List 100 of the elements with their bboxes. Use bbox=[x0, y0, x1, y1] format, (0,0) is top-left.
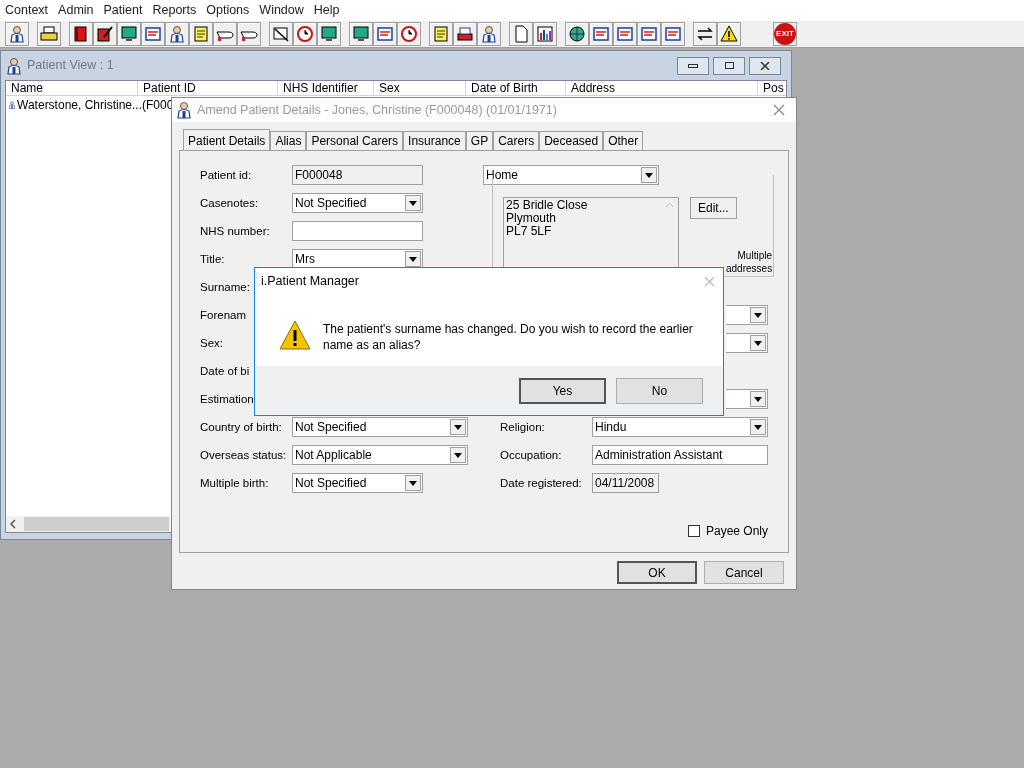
field-label: Surname: bbox=[200, 280, 250, 293]
dialog-title: Amend Patient Details - Jones, Christine (F000048) (01/01/1971) bbox=[197, 101, 557, 119]
toolbar-button[interactable] bbox=[5, 22, 29, 46]
close-icon[interactable] bbox=[773, 104, 785, 116]
toolbar-button[interactable] bbox=[69, 22, 93, 46]
column-header[interactable]: Date of Birth bbox=[466, 81, 566, 95]
column-header[interactable]: Address bbox=[566, 81, 758, 95]
message-text: The patient's surname has changed. Do you wish to record the earlier name as an alias? bbox=[323, 321, 694, 353]
field-label: Patient id: bbox=[200, 168, 252, 181]
caret-icon bbox=[409, 200, 417, 206]
menu-item[interactable]: Context bbox=[0, 1, 54, 20]
caret-icon bbox=[454, 452, 462, 458]
toolbar-button[interactable] bbox=[317, 22, 341, 46]
tab[interactable]: Patient Details bbox=[183, 129, 271, 151]
toolbar-button[interactable] bbox=[213, 22, 237, 46]
globe-icon bbox=[568, 25, 586, 43]
toolbar-button[interactable] bbox=[237, 22, 261, 46]
toolbar-button[interactable] bbox=[165, 22, 189, 46]
dropdown-arrow-button[interactable] bbox=[641, 167, 657, 183]
tab[interactable]: Carers bbox=[493, 131, 540, 150]
address-line: 25 Bridle Close bbox=[506, 199, 589, 212]
column-header[interactable]: Name bbox=[6, 81, 138, 95]
field-label: Forenam bbox=[200, 308, 247, 321]
column-header[interactable]: NHS Identifier bbox=[278, 81, 374, 95]
dropdown-arrow-button[interactable] bbox=[450, 447, 466, 463]
dropdown-arrow-button[interactable] bbox=[405, 195, 421, 211]
edit-button[interactable]: Edit... bbox=[690, 197, 737, 219]
menu-item[interactable]: Options bbox=[201, 1, 255, 20]
field-label: Date of bi bbox=[200, 364, 250, 377]
column-header[interactable]: Sex bbox=[374, 81, 466, 95]
scroll-up-icon bbox=[665, 202, 674, 208]
dropdown-field[interactable] bbox=[726, 389, 768, 409]
dropdown-field[interactable]: Mrs bbox=[292, 249, 423, 269]
menu-item[interactable]: Patient bbox=[98, 1, 148, 20]
menu-item[interactable]: Reports bbox=[147, 1, 202, 20]
checkbox[interactable] bbox=[687, 525, 700, 537]
tab[interactable]: Insurance bbox=[403, 131, 466, 150]
list-cell[interactable]: Waterstone, Christine... bbox=[17, 96, 142, 114]
dropdown-arrow-button[interactable] bbox=[405, 475, 421, 491]
exit-button[interactable]: EXIT bbox=[773, 22, 797, 46]
dialog-button[interactable]: Yes bbox=[519, 377, 606, 404]
caret-icon bbox=[409, 480, 417, 486]
readonly-field: F000048 bbox=[292, 165, 423, 185]
text-input-field[interactable] bbox=[292, 221, 423, 241]
toolbar-button[interactable] bbox=[717, 22, 741, 46]
dropdown-arrow-button[interactable] bbox=[750, 419, 766, 435]
dialog-button[interactable]: No bbox=[616, 377, 703, 404]
toolbar-button[interactable] bbox=[477, 22, 501, 46]
column-header[interactable]: Pos bbox=[758, 81, 786, 95]
tab[interactable]: Other bbox=[603, 131, 644, 150]
minimize-button[interactable] bbox=[677, 56, 709, 75]
dropdown-field[interactable] bbox=[726, 305, 768, 325]
dropdown-arrow-button[interactable] bbox=[405, 251, 421, 267]
dropdown-field[interactable]: Not Specified bbox=[292, 473, 423, 493]
tab[interactable]: Alias bbox=[270, 131, 307, 150]
menu-item[interactable]: Help bbox=[308, 1, 345, 20]
caret-icon bbox=[754, 396, 762, 402]
minimize-icon bbox=[688, 63, 698, 68]
dialog-button[interactable]: Cancel bbox=[704, 561, 784, 584]
dropdown-arrow-button[interactable] bbox=[750, 307, 766, 323]
toolbar-button[interactable] bbox=[453, 22, 477, 46]
toolbar-button[interactable] bbox=[269, 22, 293, 46]
restore-icon bbox=[724, 62, 734, 69]
dropdown-field[interactable]: Not Specified bbox=[292, 193, 423, 213]
dropdown-field[interactable]: Home bbox=[483, 165, 659, 185]
tray-icon bbox=[456, 25, 474, 43]
field-label: Religion: bbox=[500, 420, 545, 433]
dropdown-field[interactable]: Hindu bbox=[592, 417, 768, 437]
pen-icon bbox=[96, 25, 114, 43]
tab[interactable]: GP bbox=[465, 131, 494, 150]
toolbar-button[interactable] bbox=[533, 22, 557, 46]
field-label: Overseas status: bbox=[200, 448, 287, 461]
toolbar-button[interactable] bbox=[349, 22, 373, 46]
dropdown-field[interactable]: Not Specified bbox=[292, 417, 468, 437]
menu-item[interactable]: Window bbox=[254, 1, 309, 20]
text-input-field[interactable]: Administration Assistant bbox=[592, 445, 768, 465]
restore-button[interactable] bbox=[713, 56, 745, 75]
tab[interactable]: Deceased bbox=[539, 131, 604, 150]
monitor-icon bbox=[320, 25, 338, 43]
note-icon bbox=[432, 25, 450, 43]
close-button[interactable] bbox=[749, 56, 781, 75]
toolbar-button[interactable] bbox=[117, 22, 141, 46]
card-icon bbox=[376, 25, 394, 43]
dropdown-field[interactable]: Not Applicable bbox=[292, 445, 468, 465]
book-icon bbox=[72, 25, 90, 43]
toolbar-button[interactable] bbox=[93, 22, 117, 46]
arrows-icon bbox=[696, 25, 714, 43]
dialog-button[interactable]: OK bbox=[617, 561, 697, 584]
dropdown-arrow-button[interactable] bbox=[750, 391, 766, 407]
field-label: Occupation: bbox=[500, 448, 562, 461]
dropdown-arrow-button[interactable] bbox=[750, 335, 766, 351]
dropdown-arrow-button[interactable] bbox=[450, 419, 466, 435]
toolbar-button[interactable] bbox=[37, 22, 61, 46]
dropdown-field[interactable] bbox=[726, 333, 768, 353]
tab[interactable]: Personal Carers bbox=[306, 131, 404, 150]
toolbar-button[interactable] bbox=[565, 22, 589, 46]
menu-item[interactable]: Admin bbox=[53, 1, 99, 20]
column-header[interactable]: Patient ID bbox=[138, 81, 278, 95]
toolbar-button[interactable] bbox=[693, 22, 717, 46]
scroll-thumb[interactable] bbox=[24, 517, 169, 531]
